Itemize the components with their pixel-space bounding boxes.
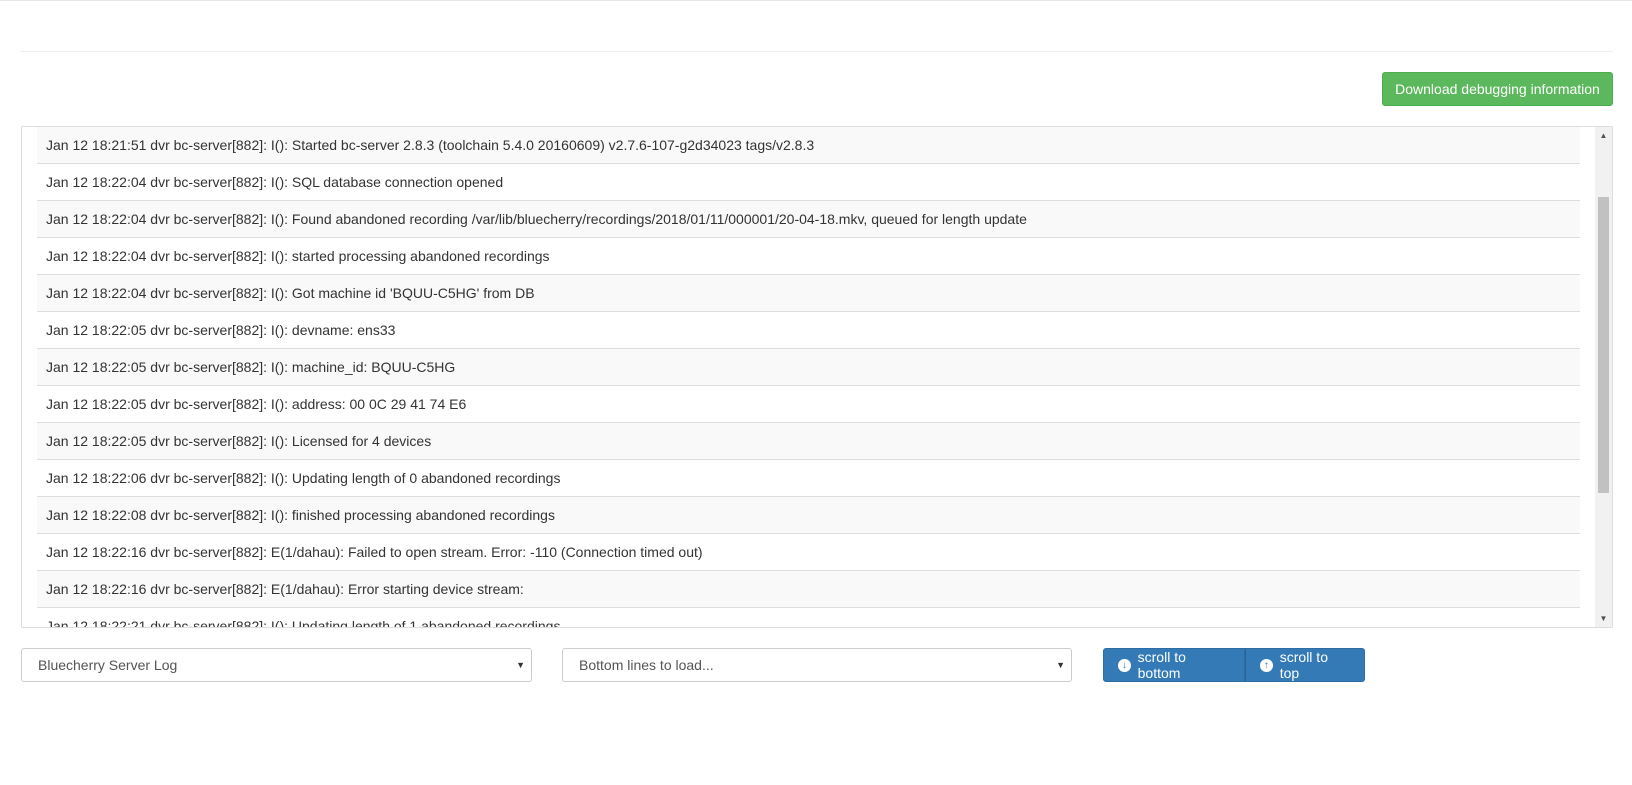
arrow-circle-up-icon: ↑ <box>1260 658 1273 672</box>
scroll-down-arrow-icon[interactable]: ▼ <box>1595 610 1612 627</box>
log-line: Jan 12 18:22:06 dvr bc-server[882]: I():… <box>37 460 1580 497</box>
log-line: Jan 12 18:22:05 dvr bc-server[882]: I():… <box>37 423 1580 460</box>
log-line: Jan 12 18:22:16 dvr bc-server[882]: E(1/… <box>37 534 1580 571</box>
scroll-to-bottom-label: scroll to bottom <box>1137 649 1186 681</box>
scrollbar-thumb[interactable] <box>1598 197 1609 493</box>
log-line: Jan 12 18:21:51 dvr bc-server[882]: I():… <box>37 127 1580 164</box>
log-line: Jan 12 18:22:05 dvr bc-server[882]: I():… <box>37 349 1580 386</box>
log-line: Jan 12 18:22:04 dvr bc-server[882]: I():… <box>37 164 1580 201</box>
log-line: Jan 12 18:22:04 dvr bc-server[882]: I():… <box>37 275 1580 312</box>
scroll-up-arrow-icon[interactable]: ▲ <box>1595 127 1612 144</box>
scroll-to-bottom-button[interactable]: ↓ scroll to bottom <box>1103 648 1245 682</box>
log-list: Jan 12 18:21:51 dvr bc-server[882]: I():… <box>37 127 1580 627</box>
log-line: Jan 12 18:22:04 dvr bc-server[882]: I():… <box>37 238 1580 275</box>
caret-down-icon: ▼ <box>516 660 525 670</box>
download-debug-button[interactable]: Download debugging information <box>1382 72 1613 106</box>
scroll-to-top-label: scroll to top <box>1279 649 1328 681</box>
log-line: Jan 12 18:22:05 dvr bc-server[882]: I():… <box>37 386 1580 423</box>
arrow-circle-down-icon: ↓ <box>1118 658 1131 672</box>
log-line: Jan 12 18:22:08 dvr bc-server[882]: I():… <box>37 497 1580 534</box>
log-source-select[interactable]: Bluecherry Server Log ▼ <box>21 648 532 682</box>
log-source-value: Bluecherry Server Log <box>38 657 178 673</box>
log-line: Jan 12 18:22:16 dvr bc-server[882]: E(1/… <box>37 571 1580 608</box>
log-line: Jan 12 18:22:04 dvr bc-server[882]: I():… <box>37 201 1580 238</box>
header-divider <box>20 51 1613 52</box>
scroll-button-group: ↓ scroll to bottom ↑ scroll to top <box>1103 648 1365 682</box>
lines-to-load-placeholder: Bottom lines to load... <box>579 657 714 673</box>
scroll-to-top-button[interactable]: ↑ scroll to top <box>1245 648 1365 682</box>
top-divider <box>0 0 1632 2</box>
log-line: Jan 12 18:22:05 dvr bc-server[882]: I():… <box>37 312 1580 349</box>
log-scrollbar[interactable]: ▲ ▼ <box>1595 127 1612 627</box>
log-line: Jan 12 18:22:21 dvr bc-server[882]: I():… <box>37 608 1580 627</box>
caret-down-icon: ▼ <box>1056 660 1065 670</box>
log-panel[interactable]: Jan 12 18:21:51 dvr bc-server[882]: I():… <box>21 126 1613 628</box>
lines-to-load-select[interactable]: Bottom lines to load... ▼ <box>562 648 1072 682</box>
